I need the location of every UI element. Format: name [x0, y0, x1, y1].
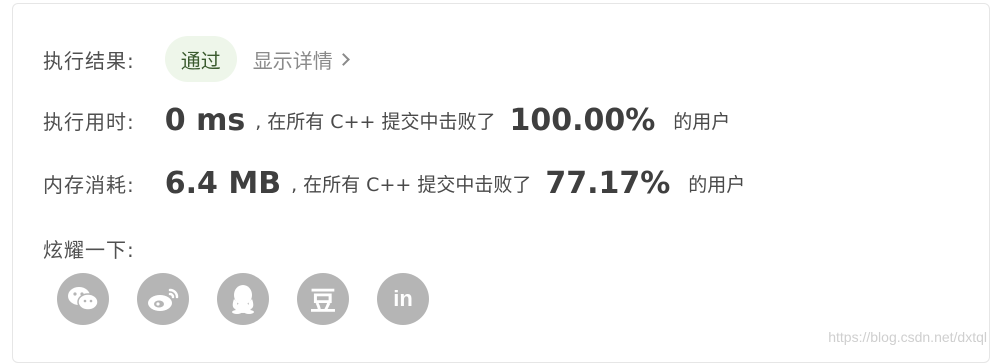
wechat-share-button[interactable] [57, 273, 109, 325]
linkedin-icon: in [393, 286, 413, 312]
result-label: 执行结果: [43, 45, 135, 74]
memory-middle-text: , 在所有 C++ 提交中击败了 [291, 170, 531, 197]
share-row: 炫耀一下: [43, 234, 135, 263]
qq-icon [229, 283, 257, 315]
show-details-link[interactable]: 显示详情 [253, 45, 348, 74]
share-icons: 豆 in [57, 273, 429, 325]
memory-suffix: 的用户 [688, 170, 745, 197]
chevron-right-icon [337, 53, 350, 66]
runtime-label: 执行用时: [43, 106, 135, 135]
memory-percent: 77.17% [545, 166, 670, 201]
wechat-icon [66, 284, 100, 314]
status-badge: 通过 [165, 36, 237, 82]
runtime-suffix: 的用户 [673, 107, 730, 134]
douban-share-button[interactable]: 豆 [297, 273, 349, 325]
share-label: 炫耀一下: [43, 234, 135, 263]
result-row: 执行结果: 通过 显示详情 [43, 36, 348, 82]
show-details-label: 显示详情 [253, 45, 333, 74]
memory-value: 6.4 MB [165, 166, 281, 201]
weibo-icon [146, 284, 180, 314]
runtime-middle-text: , 在所有 C++ 提交中击败了 [255, 107, 495, 134]
douban-icon: 豆 [310, 281, 336, 318]
memory-row: 内存消耗: 6.4 MB , 在所有 C++ 提交中击败了 77.17% 的用户 [43, 166, 745, 201]
weibo-share-button[interactable] [137, 273, 189, 325]
qq-share-button[interactable] [217, 273, 269, 325]
watermark: https://blog.csdn.net/dxtql [828, 329, 987, 345]
runtime-row: 执行用时: 0 ms , 在所有 C++ 提交中击败了 100.00% 的用户 [43, 103, 730, 138]
memory-label: 内存消耗: [43, 169, 135, 198]
runtime-value: 0 ms [165, 103, 245, 138]
linkedin-share-button[interactable]: in [377, 273, 429, 325]
runtime-percent: 100.00% [509, 103, 655, 138]
